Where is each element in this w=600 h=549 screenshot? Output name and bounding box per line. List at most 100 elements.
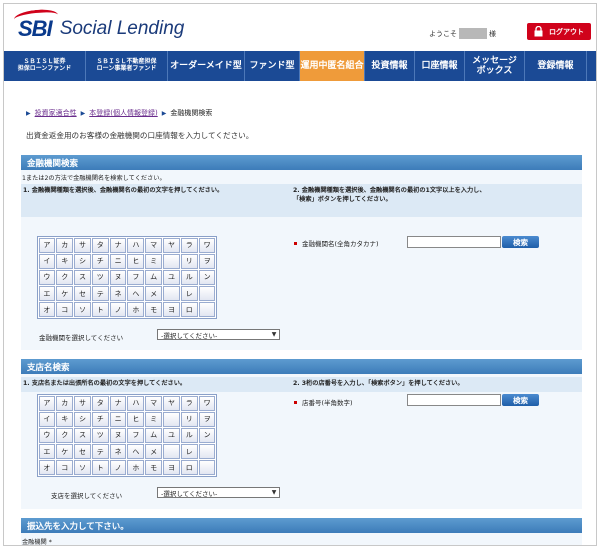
branch-kana-key[interactable]: チ xyxy=(91,411,109,427)
bank-type-select[interactable]: -選択してください- ▼ xyxy=(157,329,280,340)
bank-kana-key[interactable]: ケ xyxy=(56,286,74,302)
bank-kana-key[interactable]: モ xyxy=(145,302,163,318)
branch-kana-key[interactable]: ル xyxy=(180,427,198,444)
branch-kana-key[interactable]: ネ xyxy=(109,444,127,460)
bank-kana-key[interactable]: チ xyxy=(91,253,109,269)
bank-kana-key[interactable]: カ xyxy=(56,237,74,253)
branch-kana-key[interactable]: リ xyxy=(180,411,198,427)
branch-kana-key[interactable]: カ xyxy=(56,395,74,411)
branch-kana-key[interactable]: ヘ xyxy=(127,444,145,460)
branch-kana-key[interactable]: ラ xyxy=(180,395,198,411)
branch-kana-key[interactable]: ヨ xyxy=(163,460,180,476)
branch-kana-key[interactable]: ス xyxy=(74,427,91,444)
bank-kana-key[interactable]: ヨ xyxy=(163,302,180,318)
bank-kana-key[interactable]: ヤ xyxy=(163,237,180,253)
bank-kana-key[interactable]: ユ xyxy=(163,269,180,286)
branch-kana-key[interactable]: ノ xyxy=(109,460,127,476)
branch-kana-key[interactable]: フ xyxy=(127,427,145,444)
bank-kana-key[interactable]: セ xyxy=(74,286,91,302)
bank-kana-key[interactable]: ト xyxy=(91,302,109,318)
nav-item-3[interactable]: ファンド型 xyxy=(245,51,300,81)
branch-kana-key[interactable]: セ xyxy=(74,444,91,460)
branch-number-input[interactable] xyxy=(407,394,501,406)
bank-kana-key[interactable]: ヲ xyxy=(198,253,216,269)
bank-name-input[interactable] xyxy=(407,236,501,248)
logout-button[interactable]: ログアウト xyxy=(527,23,591,40)
branch-kana-key[interactable]: ニ xyxy=(109,411,127,427)
branch-kana-key[interactable]: ン xyxy=(198,427,216,444)
branch-kana-key[interactable]: レ xyxy=(180,444,198,460)
nav-item-7[interactable]: メッセージ ボックス xyxy=(465,51,525,81)
branch-kana-key[interactable]: イ xyxy=(38,411,56,427)
bank-kana-key[interactable]: ク xyxy=(56,269,74,286)
nav-item-4[interactable]: 運用中匿名組合 xyxy=(300,51,365,81)
bank-kana-key[interactable]: タ xyxy=(91,237,109,253)
branch-kana-key[interactable]: ヒ xyxy=(127,411,145,427)
bank-kana-key[interactable]: メ xyxy=(145,286,163,302)
bank-kana-key[interactable]: ネ xyxy=(109,286,127,302)
branch-kana-key[interactable]: ア xyxy=(38,395,56,411)
bank-kana-key[interactable]: ニ xyxy=(109,253,127,269)
branch-kana-key[interactable]: エ xyxy=(38,444,56,460)
bank-kana-key[interactable]: ヌ xyxy=(109,269,127,286)
bank-kana-key[interactable]: レ xyxy=(180,286,198,302)
branch-kana-key[interactable]: ク xyxy=(56,427,74,444)
branch-kana-key[interactable]: ト xyxy=(91,460,109,476)
branch-kana-key[interactable]: シ xyxy=(74,411,91,427)
branch-kana-key[interactable]: ム xyxy=(145,427,163,444)
nav-item-1[interactable]: ＳＢＩＳＬ不動産担保 ローン事業者ファンド xyxy=(86,51,168,81)
nav-item-8[interactable]: 登録情報 xyxy=(525,51,587,81)
branch-kana-key[interactable]: オ xyxy=(38,460,56,476)
branch-kana-key[interactable]: ワ xyxy=(198,395,216,411)
branch-kana-key[interactable]: ヌ xyxy=(109,427,127,444)
breadcrumb-item-suitability[interactable]: 投資家適合性 xyxy=(35,108,77,118)
branch-kana-key[interactable]: キ xyxy=(56,411,74,427)
bank-kana-key[interactable]: ナ xyxy=(109,237,127,253)
branch-kana-key[interactable]: ハ xyxy=(127,395,145,411)
bank-kana-key[interactable]: ウ xyxy=(38,269,56,286)
branch-kana-key[interactable]: モ xyxy=(145,460,163,476)
branch-kana-key[interactable]: コ xyxy=(56,460,74,476)
bank-kana-key[interactable]: ワ xyxy=(198,237,216,253)
nav-item-0[interactable]: ＳＢＩＳＬ証券 担保ローンファンド xyxy=(4,51,86,81)
branch-kana-key[interactable]: ヤ xyxy=(163,395,180,411)
branch-kana-key[interactable]: ホ xyxy=(127,460,145,476)
bank-kana-key[interactable]: ロ xyxy=(180,302,198,318)
bank-kana-key[interactable]: ハ xyxy=(127,237,145,253)
branch-kana-key[interactable]: ウ xyxy=(38,427,56,444)
branch-kana-key[interactable]: ナ xyxy=(109,395,127,411)
branch-kana-key[interactable]: ヲ xyxy=(198,411,216,427)
bank-kana-key[interactable]: キ xyxy=(56,253,74,269)
branch-kana-key[interactable]: ユ xyxy=(163,427,180,444)
bank-kana-key[interactable]: ソ xyxy=(74,302,91,318)
branch-kana-key[interactable]: ソ xyxy=(74,460,91,476)
branch-select[interactable]: -選択してください- ▼ xyxy=(157,487,280,498)
bank-kana-key[interactable]: ム xyxy=(145,269,163,286)
bank-kana-key[interactable]: ル xyxy=(180,269,198,286)
bank-kana-key[interactable]: ス xyxy=(74,269,91,286)
bank-kana-key[interactable]: ア xyxy=(38,237,56,253)
branch-kana-key[interactable]: ケ xyxy=(56,444,74,460)
branch-kana-key[interactable]: ミ xyxy=(145,411,163,427)
bank-kana-key[interactable]: サ xyxy=(74,237,91,253)
branch-kana-key[interactable]: メ xyxy=(145,444,163,460)
bank-kana-key[interactable]: ヘ xyxy=(127,286,145,302)
branch-search-button[interactable]: 検索 xyxy=(502,394,539,406)
bank-search-button[interactable]: 検索 xyxy=(502,236,539,248)
branch-kana-key[interactable]: サ xyxy=(74,395,91,411)
bank-kana-key[interactable]: ラ xyxy=(180,237,198,253)
bank-kana-key[interactable]: ノ xyxy=(109,302,127,318)
branch-kana-key[interactable]: タ xyxy=(91,395,109,411)
breadcrumb-item-registration[interactable]: 本登録(個人情報登録) xyxy=(89,108,157,118)
bank-kana-key[interactable]: テ xyxy=(91,286,109,302)
branch-kana-key[interactable]: ロ xyxy=(180,460,198,476)
bank-kana-key[interactable]: ツ xyxy=(91,269,109,286)
site-logo[interactable]: SBI Social Lending xyxy=(13,7,184,42)
bank-kana-key[interactable]: リ xyxy=(180,253,198,269)
bank-kana-key[interactable]: オ xyxy=(38,302,56,318)
nav-item-2[interactable]: オーダーメイド型 xyxy=(168,51,245,81)
bank-kana-key[interactable]: ミ xyxy=(145,253,163,269)
bank-kana-key[interactable]: ン xyxy=(198,269,216,286)
nav-item-6[interactable]: 口座情報 xyxy=(415,51,465,81)
branch-kana-key[interactable]: マ xyxy=(145,395,163,411)
